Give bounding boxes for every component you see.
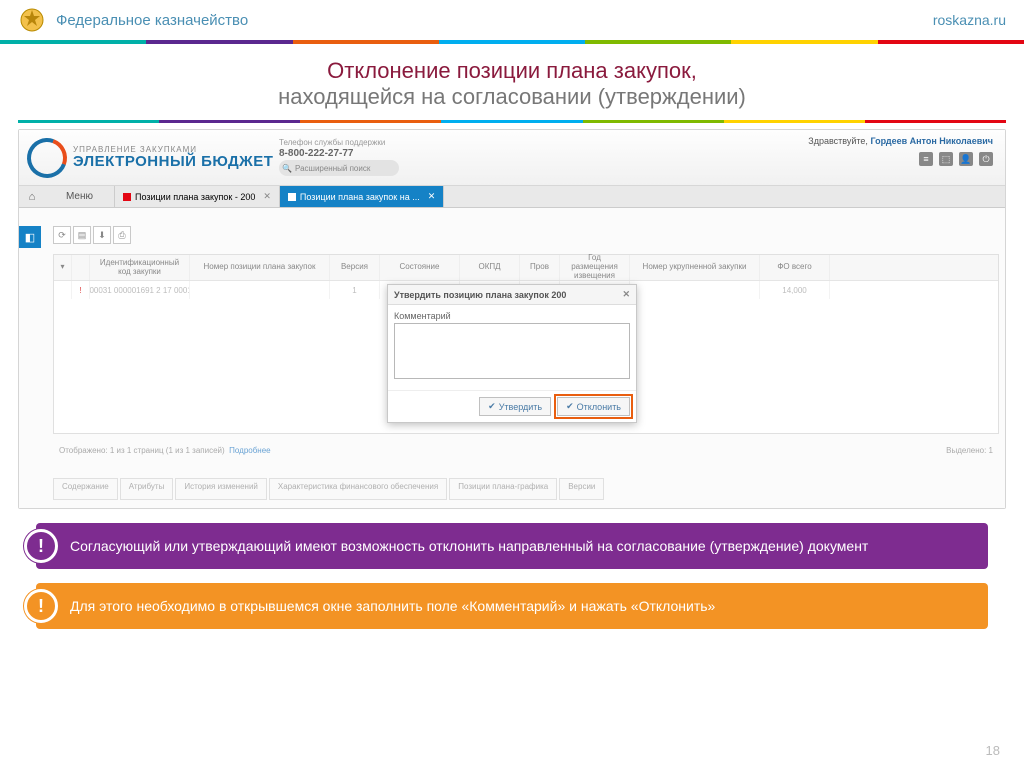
menu-button[interactable]: Меню xyxy=(45,186,115,207)
support-phone: 8-800-222-27-77 xyxy=(279,148,385,160)
col-num[interactable]: Номер позиции плана закупок xyxy=(190,255,330,280)
col-check[interactable]: ▾ xyxy=(54,255,72,280)
cell-ver: 1 xyxy=(330,281,380,299)
close-icon[interactable]: ✕ xyxy=(428,191,436,202)
side-tab-icon[interactable]: ◧ xyxy=(19,226,41,248)
col-fo[interactable]: ФО всего xyxy=(760,255,830,280)
org-title: Федеральное казначейство xyxy=(56,12,933,29)
check-icon: ✔ xyxy=(488,401,496,412)
logo-ring-icon xyxy=(20,131,73,184)
comment-textarea[interactable] xyxy=(394,323,630,379)
dialog-title: Утвердить позицию плана закупок 200 xyxy=(394,290,566,300)
greeting-user: Гордеев Антон Николаевич xyxy=(870,136,993,146)
col-ikz[interactable]: Идентификационный код закупки xyxy=(90,255,190,280)
close-icon[interactable]: ✕ xyxy=(263,191,271,202)
greeting: Здравствуйте, Гордеев Антон Николаевич xyxy=(808,136,993,146)
app-header: УПРАВЛЕНИЕ ЗАКУПКАМИ ЭЛЕКТРОННЫЙ БЮДЖЕТ … xyxy=(19,130,1005,186)
flag-icon: ! xyxy=(72,281,90,299)
detail-tab-history[interactable]: История изменений xyxy=(175,478,267,500)
slide-title: Отклонение позиции плана закупок, находя… xyxy=(0,58,1024,110)
approve-dialog: Утвердить позицию плана закупок 200 ✕ Ко… xyxy=(387,284,637,423)
tab-positions-approval[interactable]: Позиции плана закупок на ... ✕ xyxy=(280,186,444,207)
emblem-icon xyxy=(18,6,46,34)
site-link[interactable]: roskazna.ru xyxy=(933,12,1006,28)
slide-title-line2: находящейся на согласовании (утверждении… xyxy=(0,84,1024,110)
print-icon[interactable]: ⎙ xyxy=(113,226,131,244)
detail-tab-versions[interactable]: Версии xyxy=(559,478,604,500)
col-okpd[interactable]: ОКПД xyxy=(460,255,520,280)
detail-tabs: Содержание Атрибуты История изменений Ха… xyxy=(53,478,999,500)
tab-strip: ⌂ Меню Позиции плана закупок - 200 ✕ Поз… xyxy=(19,186,1005,208)
tab-positions-200[interactable]: Позиции плана закупок - 200 ✕ xyxy=(115,186,280,207)
cell-nuz xyxy=(630,281,760,299)
col-nuz[interactable]: Номер укрупненной закупки xyxy=(630,255,760,280)
support-label: Телефон службы поддержки xyxy=(279,138,385,148)
detail-tab-fin[interactable]: Характеристика финансового обеспечения xyxy=(269,478,447,500)
refresh-icon[interactable]: ⟳ xyxy=(53,226,71,244)
check-icon: ✔ xyxy=(566,401,574,412)
comment-label: Комментарий xyxy=(394,311,630,321)
tab-dot-icon xyxy=(288,193,296,201)
app-logo: УПРАВЛЕНИЕ ЗАКУПКАМИ ЭЛЕКТРОННЫЙ БЮДЖЕТ xyxy=(27,138,273,178)
col-flag xyxy=(72,255,90,280)
toolbar-icon-1[interactable]: ≡ xyxy=(919,152,933,166)
approve-label: Утвердить xyxy=(499,402,542,412)
toolbar-icon-2[interactable]: ⬚ xyxy=(939,152,953,166)
detail-tab-attrs[interactable]: Атрибуты xyxy=(120,478,174,500)
callout-purple: ! Согласующий или утверждающий имеют воз… xyxy=(36,523,988,569)
cell-ikz: 3000000031 000001691 2 17 0001 1701 xyxy=(90,281,190,299)
detail-tab-content[interactable]: Содержание xyxy=(53,478,118,500)
close-icon[interactable]: ✕ xyxy=(622,289,630,300)
tab-label: Позиции плана закупок - 200 xyxy=(135,192,255,202)
details-link[interactable]: Подробнее xyxy=(229,446,271,455)
footer-selected: Выделено: 1 xyxy=(946,446,993,455)
callout-orange: ! Для этого необходимо в открывшемся окн… xyxy=(36,583,988,629)
doc-icon[interactable]: ▤ xyxy=(73,226,91,244)
search-input[interactable]: Расширенный поиск xyxy=(279,160,399,176)
col-god[interactable]: Год размещения извещения xyxy=(560,255,630,280)
cell-num xyxy=(190,281,330,299)
detail-tab-schedule[interactable]: Позиции плана-графика xyxy=(449,478,557,500)
tab-label: Позиции плана закупок на ... xyxy=(300,192,420,202)
approve-button[interactable]: ✔Утвердить xyxy=(479,397,551,416)
tab-dot-icon xyxy=(123,193,131,201)
callout-text: Для этого необходимо в открывшемся окне … xyxy=(36,589,733,623)
col-prov[interactable]: Пров xyxy=(520,255,560,280)
cell-fo: 14,000 xyxy=(760,281,830,299)
callout-text: Согласующий или утверждающий имеют возмо… xyxy=(36,529,886,563)
toolbar-icon-4[interactable]: ⏻ xyxy=(979,152,993,166)
slide-title-line1: Отклонение позиции плана закупок, xyxy=(0,58,1024,84)
export-icon[interactable]: ⬇ xyxy=(93,226,111,244)
col-ver[interactable]: Версия xyxy=(330,255,380,280)
footer-count: Отображено: 1 из 1 страниц (1 из 1 запис… xyxy=(59,446,225,455)
toolbar-icon-3[interactable]: 👤 xyxy=(959,152,973,166)
exclaim-icon: ! xyxy=(24,589,58,623)
page-number: 18 xyxy=(986,743,1000,758)
grid-toolbar: ⟳ ▤ ⬇ ⎙ xyxy=(53,226,131,244)
header-toolbar: ≡ ⬚ 👤 ⏻ xyxy=(919,152,993,166)
home-icon[interactable]: ⌂ xyxy=(19,186,45,207)
reject-button[interactable]: ✔Отклонить xyxy=(557,397,630,416)
col-stat[interactable]: Состояние xyxy=(380,255,460,280)
reject-label: Отклонить xyxy=(577,402,621,412)
exclaim-icon: ! xyxy=(24,529,58,563)
greeting-prefix: Здравствуйте, xyxy=(808,136,870,146)
rainbow-divider-2 xyxy=(18,120,1006,123)
logo-title: ЭЛЕКТРОННЫЙ БЮДЖЕТ xyxy=(73,154,273,170)
rainbow-divider xyxy=(0,40,1024,44)
grid-footer: Отображено: 1 из 1 страниц (1 из 1 запис… xyxy=(53,440,999,460)
support-block: Телефон службы поддержки 8-800-222-27-77 xyxy=(279,138,385,160)
